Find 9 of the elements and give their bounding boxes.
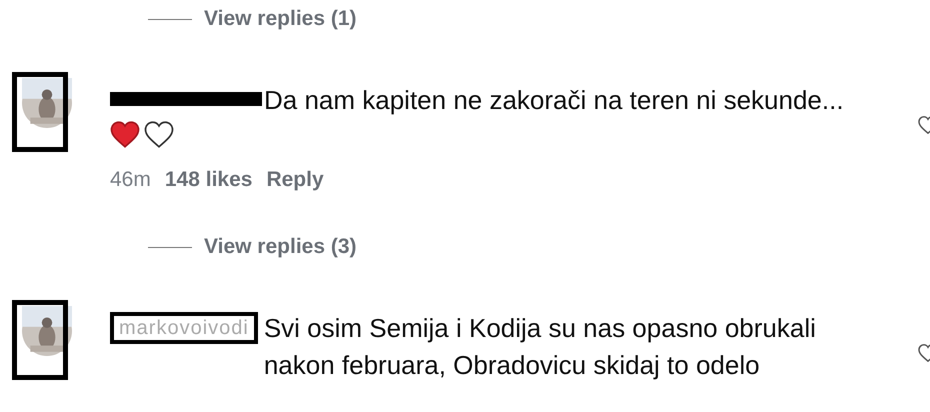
heart-icon[interactable]: [110, 121, 140, 148]
likes-count[interactable]: 148 likes: [164, 168, 252, 192]
comment-text: Svi osim Semija i Kodija su nas opasno obrukali nakon februara, Obradovicu skidaj to odelo: [264, 312, 817, 382]
view-replies-link[interactable]: View replies (3): [204, 235, 357, 259]
reply-link[interactable]: Reply: [266, 168, 324, 192]
heart-outline-icon[interactable]: [144, 121, 174, 148]
comment-text: Da nam kapiten ne zakorači na teren ni sekunde...: [264, 84, 845, 117]
view-replies-link[interactable]: View replies (1): [204, 7, 357, 31]
comment-time: 46m: [110, 168, 151, 192]
